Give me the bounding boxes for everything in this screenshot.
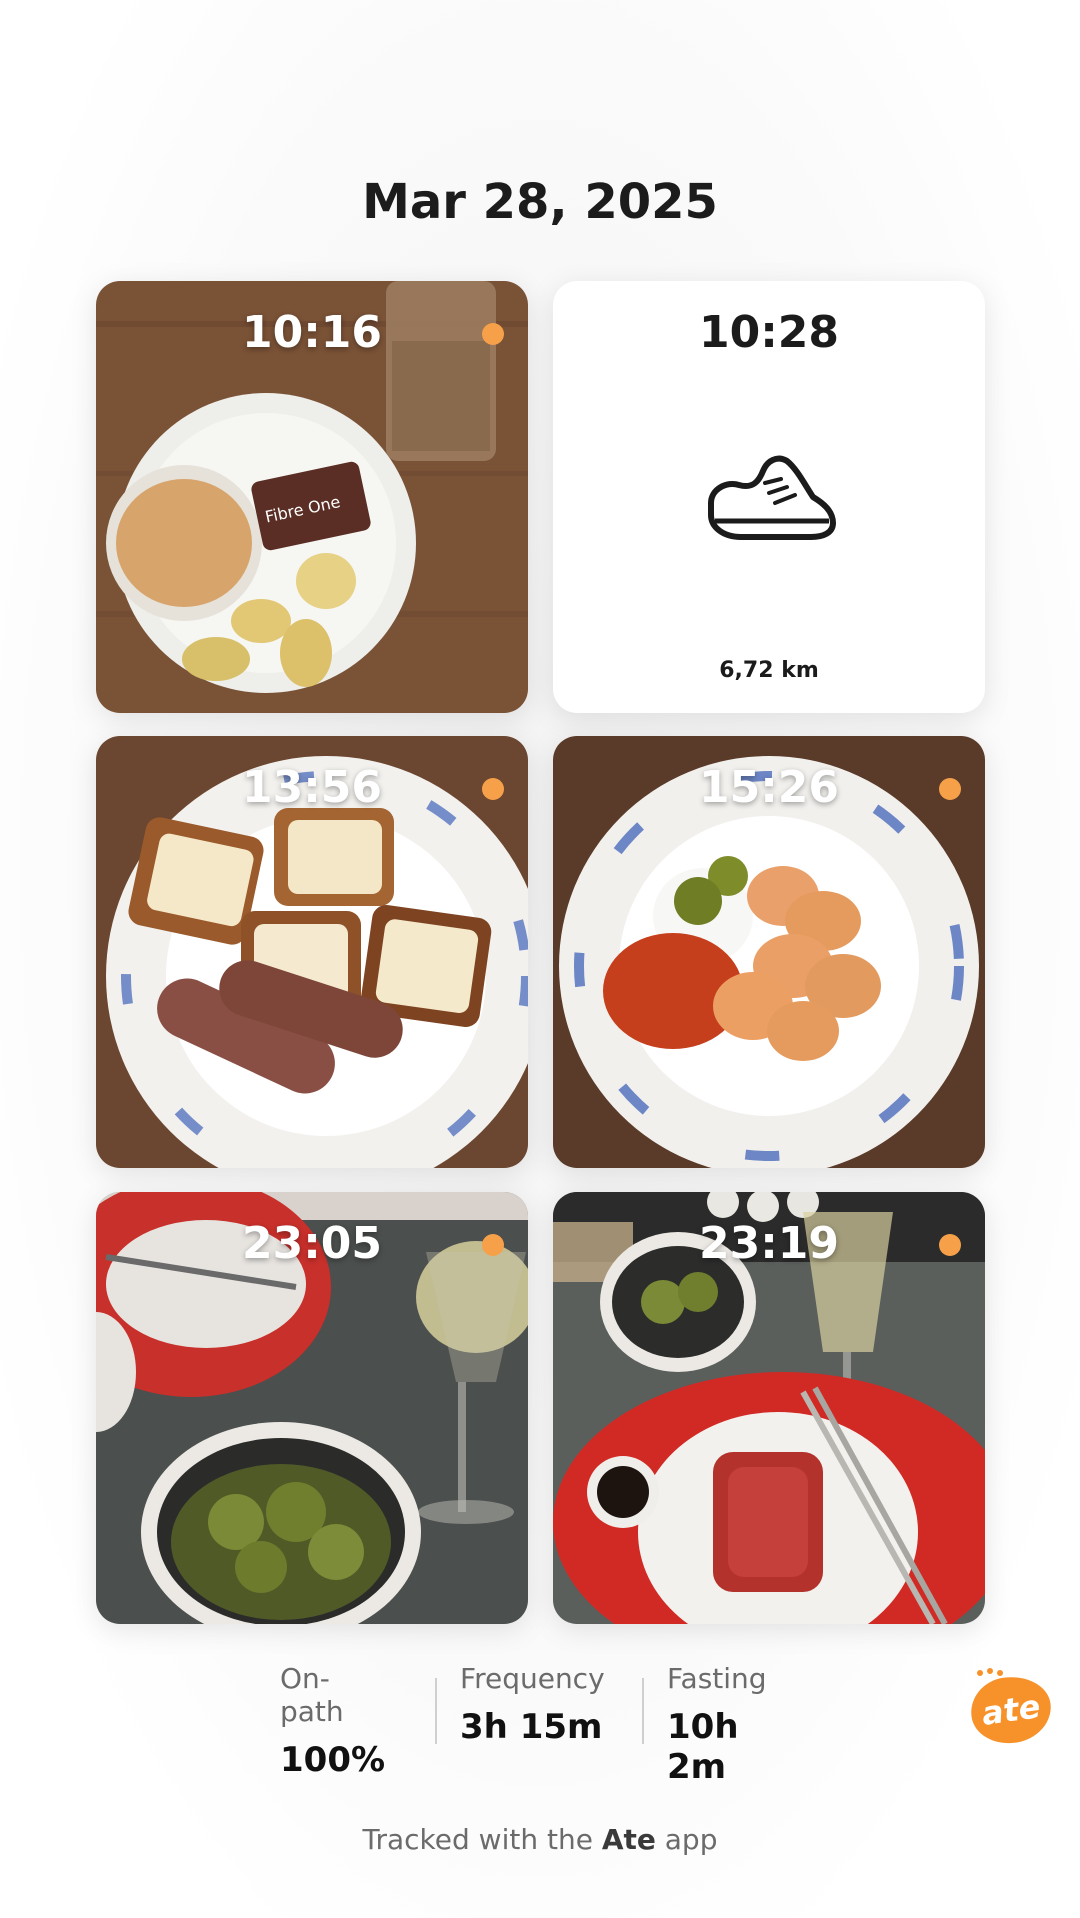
shoe-icon <box>708 455 836 540</box>
meal-time: 10:16 <box>241 307 383 358</box>
stat-divider <box>642 1678 644 1744</box>
stat-divider <box>435 1678 437 1744</box>
meal-time: 23:05 <box>241 1218 383 1269</box>
stat-label: On-path <box>280 1662 344 1728</box>
footer-attribution: Tracked with the Ate app <box>0 1823 1080 1856</box>
stat-value: 10h 2m <box>667 1707 739 1787</box>
footer-brand[interactable]: Ate <box>602 1823 656 1856</box>
stat-fasting: Fasting 10h 2m <box>667 1662 767 1787</box>
meal-time: 15:26 <box>698 762 840 813</box>
meal-photo-tile[interactable]: 13:56 <box>96 736 528 1168</box>
stat-value: 3h 15m <box>460 1707 603 1747</box>
meal-time: 13:56 <box>241 762 383 813</box>
status-dot <box>939 1234 961 1256</box>
footer-suffix: app <box>655 1823 718 1856</box>
status-dot <box>482 778 504 800</box>
status-dot <box>482 323 504 345</box>
stat-label: Fasting <box>667 1662 767 1695</box>
stat-on-path: On-path 100% <box>280 1662 385 1780</box>
stat-value: 100% <box>280 1740 386 1780</box>
footer-prefix: Tracked with the <box>362 1823 602 1856</box>
meal-photo-tile[interactable]: 23:05 <box>96 1192 528 1624</box>
meal-photo-tile[interactable]: 15:26 <box>553 736 985 1168</box>
status-dot <box>939 778 961 800</box>
status-dot <box>482 1234 504 1256</box>
activity-tile[interactable]: 10:28 6,72 km <box>553 281 985 713</box>
stat-frequency: Frequency 3h 15m <box>460 1662 605 1747</box>
distance-value: 6,72 km <box>719 658 819 683</box>
page-title: Mar 28, 2025 <box>362 174 718 230</box>
stat-label: Frequency <box>460 1662 605 1695</box>
meal-time: 23:19 <box>698 1218 840 1269</box>
meal-photo-tile[interactable]: 23:19 <box>553 1192 985 1624</box>
activity-time: 10:28 <box>698 307 840 358</box>
meal-photo-tile[interactable]: Fibre One 10:16 <box>96 281 528 713</box>
